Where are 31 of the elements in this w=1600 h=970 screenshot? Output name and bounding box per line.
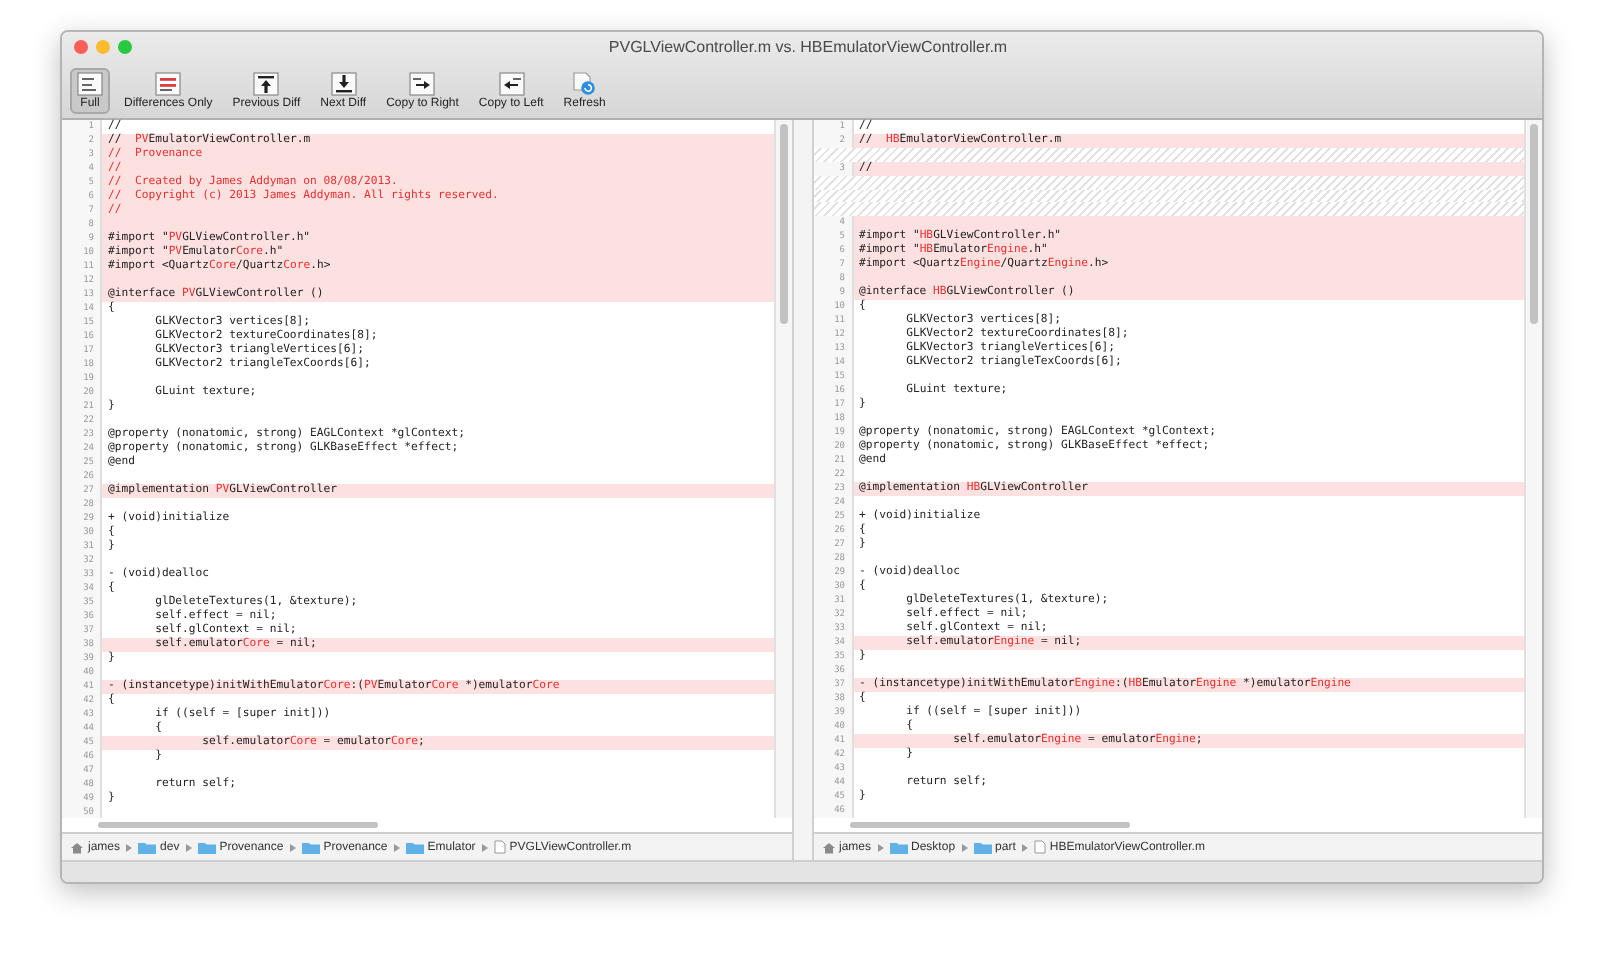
chevron-icon — [289, 843, 296, 851]
refresh-icon — [570, 72, 599, 96]
folder-icon — [301, 841, 320, 853]
minimize-button[interactable] — [96, 39, 110, 53]
arrow-down-icon — [329, 72, 358, 96]
chevron-icon — [1021, 843, 1028, 851]
window-title: PVGLViewController.m vs. HBEmulatorViewController.m — [606, 37, 1010, 55]
vertical-scrollbar[interactable] — [773, 120, 791, 818]
home-icon — [70, 841, 84, 853]
arrow-up-icon — [252, 72, 281, 96]
chevron-icon — [481, 843, 488, 851]
arrow-left-icon — [497, 72, 526, 96]
document-icon — [154, 72, 183, 96]
zoom-button[interactable] — [118, 39, 132, 53]
folder-icon — [197, 841, 216, 853]
folder-icon — [405, 841, 424, 853]
close-button[interactable] — [74, 39, 88, 53]
arrow-right-icon — [408, 72, 437, 96]
chevron-icon — [126, 843, 133, 851]
chevron-icon — [185, 843, 192, 851]
chevron-icon — [393, 843, 400, 851]
file-icon — [1033, 840, 1046, 854]
folder-icon — [973, 841, 992, 853]
chevron-icon — [877, 843, 884, 851]
folder-icon — [889, 841, 908, 853]
document-icon — [76, 72, 104, 96]
folder-icon — [138, 841, 157, 853]
vertical-scrollbar[interactable] — [1524, 120, 1542, 818]
home-icon — [821, 841, 835, 853]
chevron-icon — [961, 843, 968, 851]
file-icon — [493, 840, 506, 854]
